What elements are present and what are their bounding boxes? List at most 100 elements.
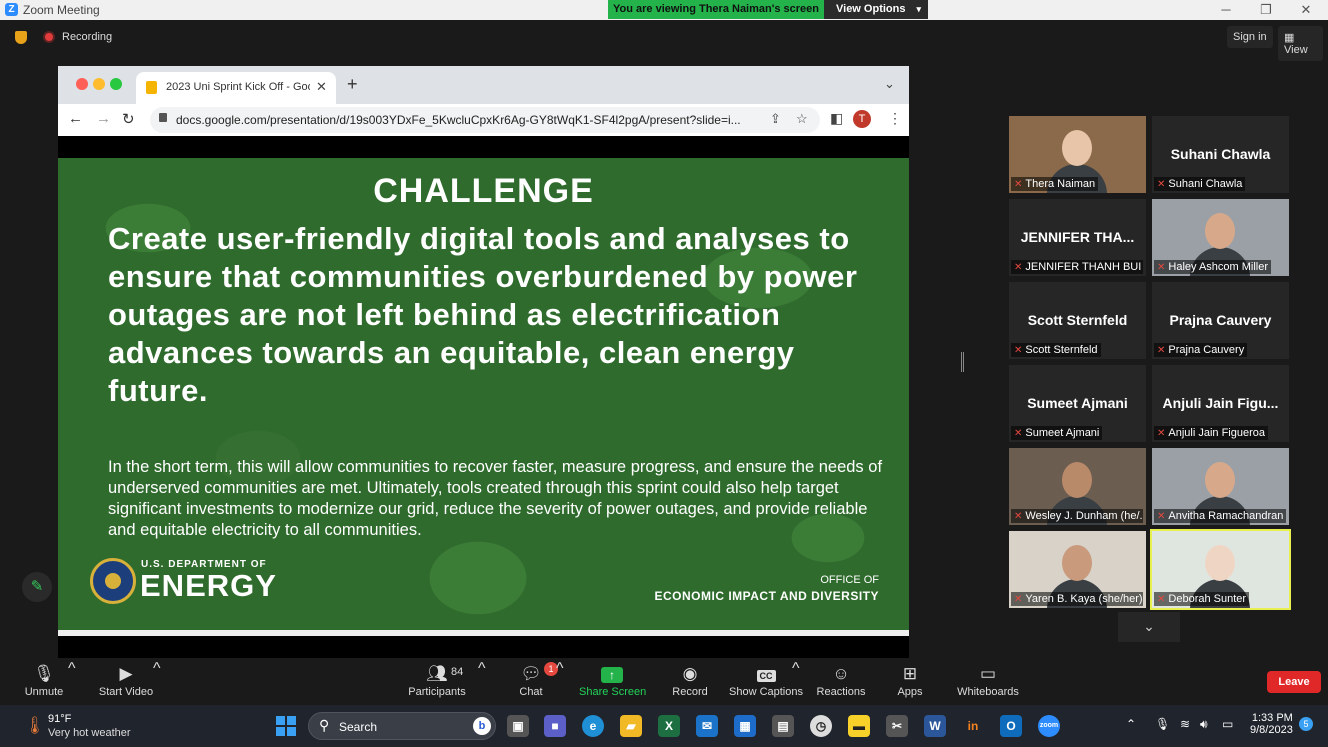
reactions-button[interactable]: ☺ Reactions bbox=[815, 660, 867, 705]
unmute-button[interactable]: 🎙︎ Unmute bbox=[15, 660, 73, 705]
clock-app-icon[interactable]: ◷ bbox=[810, 715, 832, 737]
view-options-button[interactable]: View Options ▾ bbox=[824, 0, 928, 19]
participants-caret-icon[interactable]: ^ bbox=[478, 660, 486, 705]
clock-date: 9/8/2023 bbox=[1250, 724, 1293, 736]
address-bar[interactable]: docs.google.com/presentation/d/19s003YDx… bbox=[150, 107, 820, 133]
chat-caret-icon[interactable]: ^ bbox=[556, 660, 564, 705]
zoom-taskbar-icon[interactable]: zoom bbox=[1038, 715, 1060, 737]
annotate-pen-icon[interactable]: ✎ bbox=[22, 572, 52, 602]
participants-label: Participants bbox=[408, 686, 466, 698]
participant-tile[interactable]: Sumeet Ajmani ✕ Sumeet Ajmani bbox=[1009, 365, 1146, 442]
chat-button[interactable]: 💬︎ 1 Chat bbox=[511, 660, 558, 705]
battery-icon[interactable]: ▭ bbox=[1222, 717, 1233, 731]
back-icon[interactable]: ← bbox=[68, 110, 83, 127]
participant-tile[interactable]: ✕ Deborah Sunter bbox=[1150, 529, 1291, 610]
slide-sub-text: In the short term, this will allow commu… bbox=[108, 458, 883, 539]
calculator-icon[interactable]: ▤ bbox=[772, 715, 794, 737]
shield-icon[interactable] bbox=[15, 31, 27, 44]
leave-button[interactable]: Leave bbox=[1267, 671, 1321, 693]
forward-icon[interactable]: → bbox=[96, 110, 111, 127]
participant-tile[interactable]: ✕ Anvitha Ramachandran bbox=[1152, 448, 1289, 525]
edge-browser-icon[interactable]: e bbox=[582, 715, 604, 737]
muted-mic-icon: ✕ bbox=[1157, 179, 1166, 190]
participant-name-label: ✕ Wesley J. Dunham (he/... bbox=[1011, 509, 1143, 523]
task-view-icon[interactable]: ▣ bbox=[507, 715, 529, 737]
participant-tile[interactable]: Anjuli Jain Figu... ✕ Anjuli Jain Figueroa bbox=[1152, 365, 1289, 442]
taskbar-search[interactable]: ⚲ Search b bbox=[308, 712, 496, 740]
sticky-notes-icon[interactable]: ▬ bbox=[848, 715, 870, 737]
taskbar-clock[interactable]: 1:33 PM 9/8/2023 bbox=[1250, 712, 1293, 736]
tab-search-chevron-icon[interactable]: ⌄ bbox=[884, 76, 895, 92]
profile-avatar[interactable]: T bbox=[853, 110, 871, 128]
tray-overflow-icon[interactable]: ⌃ bbox=[1126, 717, 1136, 731]
grid-icon: ▦ bbox=[1284, 32, 1295, 44]
participants-button[interactable]: 👥︎ 84 Participants bbox=[405, 660, 469, 705]
minimize-icon[interactable]: ─ bbox=[1216, 2, 1236, 17]
wifi-icon[interactable]: ≋ bbox=[1180, 717, 1190, 731]
participant-tile[interactable]: ✕ Thera Naiman bbox=[1009, 116, 1146, 193]
word-icon[interactable]: W bbox=[924, 715, 946, 737]
apps-button[interactable]: ⊞ Apps bbox=[893, 660, 927, 705]
zoom-dot-icon[interactable] bbox=[110, 78, 122, 90]
doe-energy-text: ENERGY bbox=[140, 568, 277, 603]
close-dot-icon[interactable] bbox=[76, 78, 88, 90]
tab-close-icon[interactable]: ✕ bbox=[316, 79, 327, 95]
teams-chat-icon[interactable]: ■ bbox=[544, 715, 566, 737]
restore-icon[interactable]: ❐ bbox=[1256, 2, 1276, 18]
file-explorer-icon[interactable]: ▰ bbox=[620, 715, 642, 737]
participant-tile[interactable]: ✕ Yaren B. Kaya (she/her) bbox=[1009, 531, 1146, 608]
participant-tile[interactable]: Prajna Cauvery ✕ Prajna Cauvery bbox=[1152, 282, 1289, 359]
participant-name-label: ✕ Anjuli Jain Figueroa bbox=[1154, 426, 1269, 440]
close-window-icon[interactable]: ✕ bbox=[1296, 2, 1316, 18]
participant-name-label: ✕ Thera Naiman bbox=[1011, 177, 1099, 191]
audio-options-caret-icon[interactable]: ^ bbox=[68, 660, 76, 705]
participants-count: 84 bbox=[451, 666, 464, 678]
participant-display-name: JENNIFER THA... bbox=[1020, 229, 1135, 245]
temperature[interactable]: 91°F bbox=[48, 713, 71, 725]
minimize-dot-icon[interactable] bbox=[93, 78, 105, 90]
participant-tile[interactable]: ✕ Haley Ashcom Miller bbox=[1152, 199, 1289, 276]
inmotion-app-icon[interactable]: in bbox=[962, 715, 984, 737]
record-button[interactable]: ◉ Record bbox=[669, 660, 711, 705]
share-icon[interactable]: ⇪ bbox=[770, 111, 781, 127]
captions-icon: CC bbox=[756, 670, 776, 682]
share-screen-button[interactable]: ↑ Share Screen bbox=[579, 660, 646, 705]
participant-tile[interactable]: ✕ Wesley J. Dunham (he/... bbox=[1009, 448, 1146, 525]
weather-description[interactable]: Very hot weather bbox=[48, 727, 131, 739]
excel-icon[interactable]: X bbox=[658, 715, 680, 737]
bing-icon[interactable]: b bbox=[473, 717, 491, 735]
whiteboards-button[interactable]: ▭ Whiteboards bbox=[955, 660, 1021, 705]
whiteboards-label: Whiteboards bbox=[957, 686, 1019, 698]
participant-tile[interactable]: JENNIFER THA... ✕ JENNIFER THANH BUI ... bbox=[1009, 199, 1146, 276]
gallery-scroll-down-icon[interactable]: ⌄ bbox=[1118, 612, 1180, 642]
menu-kebab-icon[interactable]: ⋮ bbox=[888, 110, 902, 127]
participant-tile[interactable]: Scott Sternfeld ✕ Scott Sternfeld bbox=[1009, 282, 1146, 359]
windows-start-icon[interactable] bbox=[276, 716, 296, 736]
start-video-button[interactable]: ▶︎ Start Video bbox=[93, 660, 159, 705]
video-options-caret-icon[interactable]: ^ bbox=[153, 660, 161, 705]
notification-badge[interactable]: 5 bbox=[1299, 717, 1313, 731]
apps-label: Apps bbox=[897, 686, 923, 698]
captions-caret-icon[interactable]: ^ bbox=[792, 660, 800, 705]
thermometer-icon[interactable]: 🌡︎ bbox=[24, 716, 46, 736]
volume-icon[interactable]: 🔊︎ bbox=[1200, 717, 1208, 732]
muted-mic-icon: ✕ bbox=[1014, 262, 1023, 273]
split-divider-handle[interactable] bbox=[961, 352, 964, 372]
snipping-tool-icon[interactable]: ✂ bbox=[886, 715, 908, 737]
mail-icon[interactable]: ✉ bbox=[696, 715, 718, 737]
outlook-icon[interactable]: O bbox=[1000, 715, 1022, 737]
participant-name-label: ✕ JENNIFER THANH BUI ... bbox=[1011, 260, 1143, 274]
new-tab-icon[interactable]: + bbox=[347, 74, 358, 95]
reload-icon[interactable]: ↻ bbox=[122, 110, 135, 128]
browser-tabstrip: 2023 Uni Sprint Kick Off - Goo ✕ + ⌄ bbox=[58, 66, 909, 104]
view-button[interactable]: ▦ View bbox=[1278, 26, 1323, 61]
signin-button[interactable]: Sign in bbox=[1227, 26, 1273, 48]
side-panel-icon[interactable]: ◧ bbox=[830, 110, 843, 127]
participant-tile[interactable]: Suhani Chawla ✕ Suhani Chawla bbox=[1152, 116, 1289, 193]
browser-tab[interactable]: 2023 Uni Sprint Kick Off - Goo ✕ bbox=[136, 72, 336, 104]
participant-label-text: Anvitha Ramachandran bbox=[1168, 510, 1284, 522]
participant-label-text: Sumeet Ajmani bbox=[1025, 427, 1100, 439]
tray-mic-icon[interactable]: 🎙︎ bbox=[1155, 717, 1170, 731]
calendar-icon[interactable]: ▦ bbox=[734, 715, 756, 737]
bookmark-star-icon[interactable]: ☆ bbox=[796, 111, 808, 127]
